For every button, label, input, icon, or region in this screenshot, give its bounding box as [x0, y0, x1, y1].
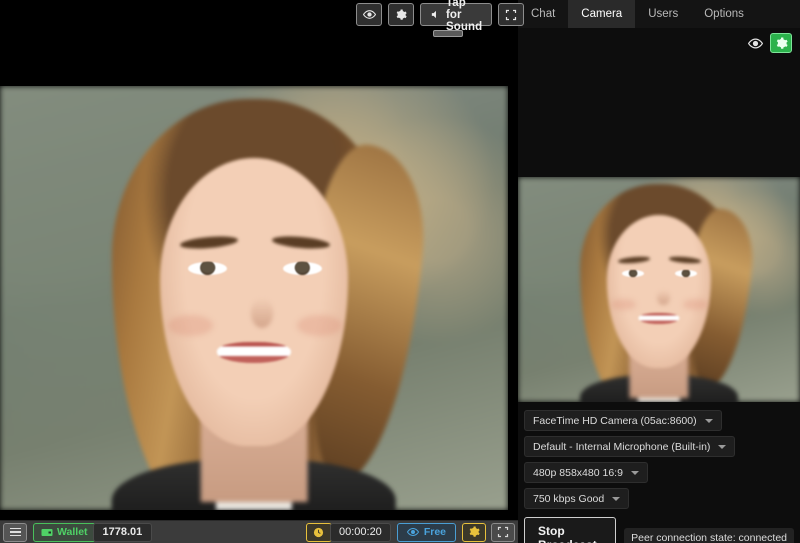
wallet-balance[interactable]: 1778.01: [93, 523, 153, 542]
menu-button[interactable]: [3, 523, 27, 542]
panel-tool-row: [518, 28, 800, 58]
resolution-select-row: 480p 858x480 16:9: [524, 462, 794, 488]
gear-icon: [395, 9, 407, 21]
camera-select-value: FaceTime HD Camera (05ac:8600): [533, 415, 697, 427]
microphone-select[interactable]: Default - Internal Microphone (Built-in): [524, 436, 735, 457]
tab-chat[interactable]: Chat: [518, 0, 568, 28]
viewer-fullscreen-button[interactable]: [498, 3, 524, 26]
viewer-eye-button[interactable]: [356, 3, 382, 26]
broadcast-app-window: Tap for Sound: [0, 0, 800, 543]
wallet-button[interactable]: Wallet: [33, 523, 96, 542]
clock-icon: [313, 527, 324, 538]
peer-connection-status: Peer connection state: connected: [624, 528, 794, 543]
tap-for-sound-button[interactable]: Tap for Sound: [420, 3, 492, 26]
tab-camera[interactable]: Camera: [568, 0, 635, 28]
wallet-icon: [41, 528, 53, 537]
chevron-down-icon: [612, 497, 620, 501]
wallet-label: Wallet: [57, 526, 88, 538]
fullscreen-icon: [505, 9, 517, 21]
preview-nose: [657, 290, 669, 306]
camera-select[interactable]: FaceTime HD Camera (05ac:8600): [524, 410, 722, 431]
camera-select-row: FaceTime HD Camera (05ac:8600): [524, 410, 794, 436]
viewer-settings-button[interactable]: [388, 3, 414, 26]
session-timer: 00:00:20: [330, 523, 391, 542]
subject-nose: [251, 298, 273, 328]
eye-icon: [363, 8, 376, 21]
tap-for-sound-label: Tap for Sound: [446, 0, 482, 33]
subject-pupil-left: [201, 262, 215, 273]
right-panel: Chat Camera Users Options: [518, 0, 800, 543]
microphone-select-value: Default - Internal Microphone (Built-in): [533, 441, 710, 453]
stop-broadcast-button[interactable]: Stop Broadcast: [524, 517, 616, 543]
gear-icon: [775, 37, 788, 50]
gear-icon: [468, 526, 480, 538]
panel-tab-bar: Chat Camera Users Options: [518, 0, 800, 28]
viewer-column: Tap for Sound: [0, 0, 518, 543]
bitrate-select-row: 750 kbps Good: [524, 488, 794, 514]
fullscreen-icon: [497, 526, 509, 538]
subject-pupil-right: [295, 262, 309, 273]
tab-users[interactable]: Users: [635, 0, 691, 28]
statusbar-settings-button[interactable]: [462, 523, 486, 542]
preview-cheek-left: [611, 299, 636, 310]
camera-controls: FaceTime HD Camera (05ac:8600) Default -…: [518, 410, 800, 543]
resolution-select-value: 480p 858x480 16:9: [533, 467, 623, 479]
chevron-down-icon: [705, 419, 713, 423]
free-mode-button[interactable]: Free: [397, 523, 456, 542]
microphone-select-row: Default - Internal Microphone (Built-in): [524, 436, 794, 462]
tab-options[interactable]: Options: [691, 0, 757, 28]
bitrate-select[interactable]: 750 kbps Good: [524, 488, 629, 509]
preview-cheek-right: [683, 299, 708, 310]
speaker-muted-icon: [430, 9, 441, 20]
chevron-down-icon: [718, 445, 726, 449]
preview-eye-icon[interactable]: [748, 36, 763, 51]
hamburger-icon: [10, 528, 21, 537]
bitrate-select-value: 750 kbps Good: [533, 493, 604, 505]
viewer-quality-indicator[interactable]: [433, 30, 463, 37]
free-label: Free: [424, 526, 446, 538]
camera-settings-button[interactable]: [770, 33, 792, 53]
local-camera-preview[interactable]: [518, 177, 800, 402]
eye-icon: [407, 526, 419, 538]
resolution-select[interactable]: 480p 858x480 16:9: [524, 462, 648, 483]
viewer-toolbar: Tap for Sound: [356, 3, 524, 26]
main-video-stream[interactable]: [0, 86, 508, 510]
statusbar-fullscreen-button[interactable]: [491, 523, 515, 542]
broadcast-row: Stop Broadcast Peer connection state: co…: [524, 517, 794, 543]
bottom-status-bar: Wallet 1778.01 00:00:20 Free: [0, 520, 518, 543]
token-timer-button[interactable]: [306, 523, 332, 542]
chevron-down-icon: [631, 471, 639, 475]
